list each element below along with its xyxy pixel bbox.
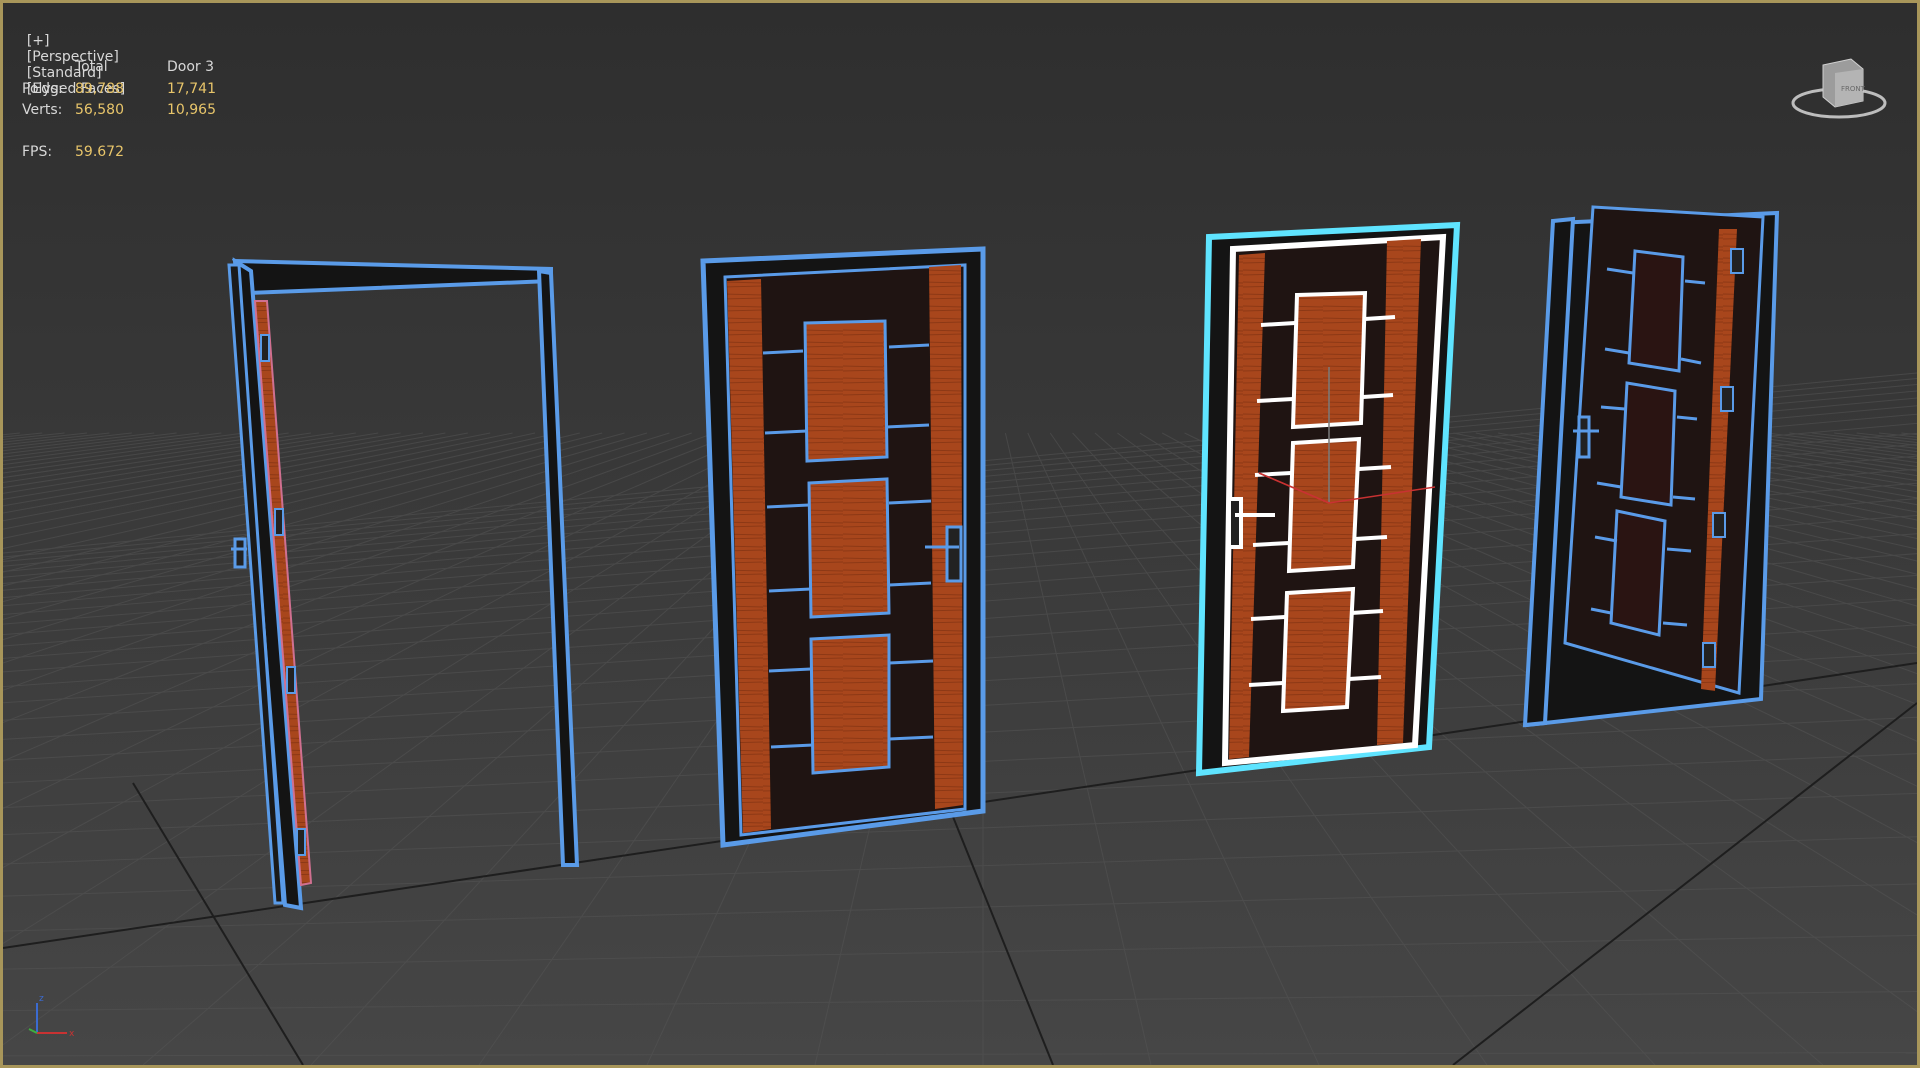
perspective-viewport[interactable]: [+] [Perspective] [Standard] [Edged Face… xyxy=(0,0,1920,1068)
stats-polys-object: 17,741 xyxy=(167,81,216,97)
door-4[interactable] xyxy=(1522,205,1780,728)
door-3-selected[interactable] xyxy=(1195,221,1461,777)
viewcube-icon[interactable]: FRONT xyxy=(1789,51,1889,131)
stats-polys-total: 89,788 xyxy=(75,81,124,97)
axis-z-label: z xyxy=(39,994,44,1004)
stats-polys-label: Polys: xyxy=(22,81,63,97)
stats-object-header: Door 3 xyxy=(167,59,215,75)
stats-fps-label: FPS: xyxy=(22,144,53,160)
door-2[interactable] xyxy=(700,246,986,848)
stats-verts-object: 10,965 xyxy=(167,102,216,118)
axis-tripod-icon: z x xyxy=(28,994,75,1039)
stats-verts-total: 56,580 xyxy=(75,102,124,118)
stats-fps-value: 59.672 xyxy=(75,144,124,160)
viewcube-front-label: FRONT xyxy=(1841,85,1866,93)
axis-x-label: x xyxy=(69,1029,75,1039)
viewport-plus-menu[interactable]: [+] xyxy=(27,33,50,49)
stats-verts-label: Verts: xyxy=(22,102,63,118)
stats-total-header: Total xyxy=(75,59,108,75)
door-2-panels xyxy=(803,319,891,775)
viewport-scene[interactable] xyxy=(3,3,1917,1065)
